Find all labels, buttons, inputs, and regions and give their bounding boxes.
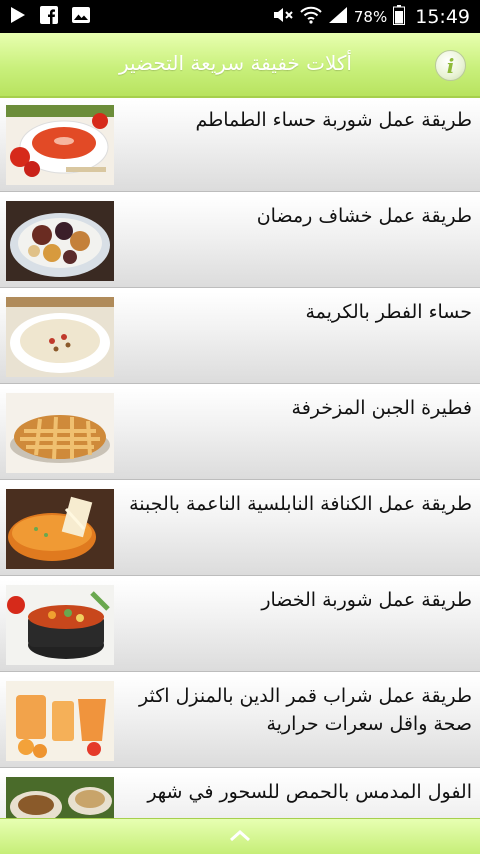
lattice-pie-image	[6, 393, 114, 473]
wifi-icon	[300, 6, 322, 28]
page-title: أكلات خفيفة سريعة التحضير	[118, 51, 352, 75]
list-item[interactable]: طريقة عمل خشاف رمضان	[0, 196, 480, 288]
item-title: الفول المدمس بالحمص للسحور في شهر	[147, 781, 472, 803]
clock: 15:49	[415, 5, 470, 28]
item-title: فطيرة الجبن المزخرفة	[291, 397, 472, 419]
apricot-drink-image	[6, 681, 114, 761]
list-item[interactable]: طريقة عمل شوربة حساء الطماطم	[0, 100, 480, 192]
info-button[interactable]: i	[435, 50, 466, 81]
dried-fruit-khoshaf-image	[6, 201, 114, 281]
play-icon	[10, 6, 26, 28]
list-item[interactable]: حساء الفطر بالكريمة	[0, 292, 480, 384]
list-item[interactable]: الفول المدمس بالحمص للسحور في شهر	[0, 772, 480, 818]
item-title: حساء الفطر بالكريمة	[305, 301, 472, 323]
foul-medames-image	[6, 777, 114, 818]
list-item[interactable]: طريقة عمل شراب قمر الدين بالمنزل اكثر صح…	[0, 676, 480, 768]
battery-icon	[393, 4, 406, 29]
item-title: طريقة عمل شراب قمر الدين بالمنزل اكثر صح…	[139, 685, 472, 735]
signal-icon	[328, 6, 348, 28]
image-icon	[72, 6, 90, 27]
list-item[interactable]: طريقة عمل شوربة الخضار	[0, 580, 480, 672]
item-title: طريقة عمل شوربة الخضار	[261, 589, 472, 611]
item-title: طريقة عمل شوربة حساء الطماطم	[195, 109, 472, 131]
kunafa-image	[6, 489, 114, 569]
app-header: أكلات خفيفة سريعة التحضير i	[0, 33, 480, 98]
status-bar: 78% 15:49	[0, 0, 480, 33]
info-icon: i	[446, 53, 455, 78]
vegetable-soup-image	[6, 585, 114, 665]
bottom-bar	[0, 818, 480, 854]
recipe-list[interactable]: طريقة عمل شوربة حساء الطماطم طريقة عمل خ…	[0, 100, 480, 818]
list-item[interactable]: طريقة عمل الكنافة النابلسية الناعمة بالج…	[0, 484, 480, 576]
list-item[interactable]: فطيرة الجبن المزخرفة	[0, 388, 480, 480]
chevron-up-icon[interactable]	[229, 827, 251, 846]
item-title: طريقة عمل خشاف رمضان	[256, 205, 472, 227]
mute-icon	[272, 6, 294, 28]
battery-percent: 78%	[353, 7, 388, 26]
mushroom-cream-soup-image	[6, 297, 114, 377]
tomato-soup-image	[6, 105, 114, 185]
item-title: طريقة عمل الكنافة النابلسية الناعمة بالج…	[129, 493, 472, 515]
facebook-icon	[40, 5, 58, 28]
